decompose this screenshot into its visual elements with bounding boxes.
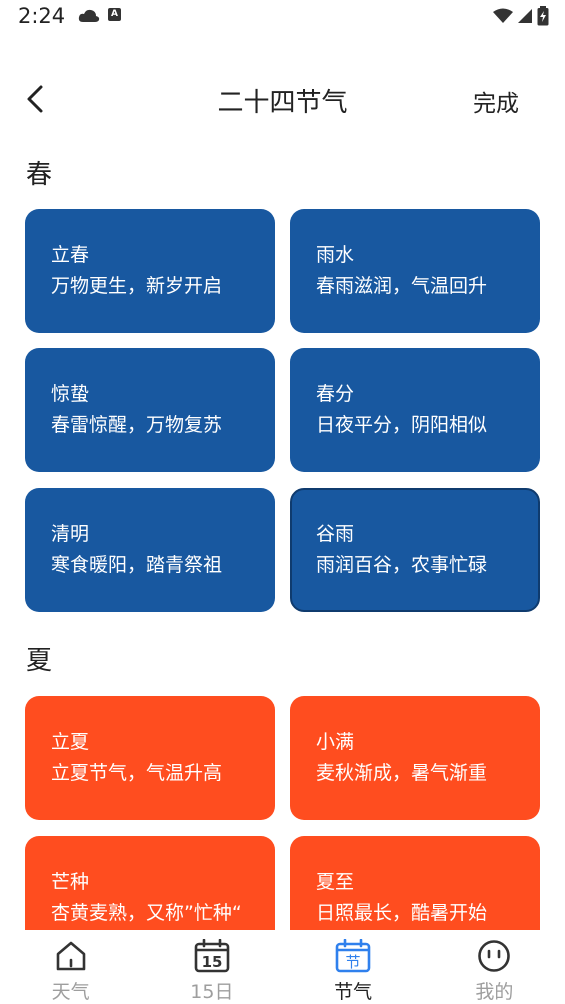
section-title-summer: 夏 bbox=[26, 646, 53, 676]
term-name: 芒种 bbox=[51, 871, 90, 893]
term-name: 夏至 bbox=[316, 871, 355, 893]
term-desc: 日照最长，酷暑开始 bbox=[316, 902, 488, 924]
status-icons bbox=[493, 6, 549, 30]
svg-text:节: 节 bbox=[346, 953, 361, 971]
term-desc: 春雨滋润，气温回升 bbox=[316, 275, 488, 297]
profile-face-icon bbox=[476, 938, 512, 973]
term-name: 春分 bbox=[316, 383, 355, 405]
battery-icon bbox=[537, 6, 549, 30]
solar-term-icon: 节 bbox=[335, 938, 371, 973]
status-time: 2:24 bbox=[18, 4, 66, 28]
nav-label: 我的 bbox=[475, 981, 514, 1003]
bottom-nav: 天气 15 15日 节 节气 我的 bbox=[0, 930, 565, 1004]
notification-a-icon: A bbox=[108, 8, 121, 21]
signal-icon bbox=[517, 8, 533, 28]
done-button[interactable]: 完成 bbox=[473, 84, 519, 118]
term-name: 立夏 bbox=[51, 731, 90, 753]
header: 二十四节气 完成 bbox=[0, 68, 565, 132]
term-card-mangzhong[interactable]: 芒种 杏黄麦熟，又称”忙种“ bbox=[25, 836, 275, 930]
term-name: 清明 bbox=[51, 523, 90, 545]
svg-text:15: 15 bbox=[201, 953, 222, 971]
term-desc: 万物更生，新岁开启 bbox=[51, 275, 223, 297]
term-desc: 雨润百谷，农事忙碌 bbox=[316, 554, 488, 576]
nav-15day[interactable]: 15 15日 bbox=[141, 930, 282, 1004]
status-bar: 2:24 A bbox=[0, 0, 565, 36]
term-desc: 春雷惊醒，万物复苏 bbox=[51, 414, 223, 436]
section-title-spring: 春 bbox=[26, 160, 53, 190]
term-card-yushui[interactable]: 雨水 春雨滋润，气温回升 bbox=[290, 209, 540, 333]
term-name: 惊蛰 bbox=[51, 383, 90, 405]
home-icon bbox=[53, 938, 89, 973]
term-card-xiazhi[interactable]: 夏至 日照最长，酷暑开始 bbox=[290, 836, 540, 930]
nav-weather[interactable]: 天气 bbox=[0, 930, 141, 1004]
term-desc: 立夏节气，气温升高 bbox=[51, 762, 223, 784]
cloud-icon bbox=[78, 8, 100, 28]
term-name: 立春 bbox=[51, 244, 90, 266]
calendar-15-icon: 15 bbox=[194, 938, 230, 973]
term-desc: 麦秋渐成，暑气渐重 bbox=[316, 762, 488, 784]
nav-label: 节气 bbox=[334, 981, 373, 1003]
wifi-icon bbox=[493, 8, 513, 28]
term-card-qingming[interactable]: 清明 寒食暖阳，踏青祭祖 bbox=[25, 488, 275, 612]
term-card-lichun[interactable]: 立春 万物更生，新岁开启 bbox=[25, 209, 275, 333]
term-name: 小满 bbox=[316, 731, 355, 753]
term-card-lixia[interactable]: 立夏 立夏节气，气温升高 bbox=[25, 696, 275, 820]
term-desc: 寒食暖阳，踏青祭祖 bbox=[51, 554, 223, 576]
screen: 2:24 A 二十四节气 完成 春 立春 万物更生，新岁开启 雨水 春雨滋润，气… bbox=[0, 0, 565, 1004]
term-card-jingzhe[interactable]: 惊蛰 春雷惊醒，万物复苏 bbox=[25, 348, 275, 472]
nav-profile[interactable]: 我的 bbox=[424, 930, 565, 1004]
nav-solar-terms[interactable]: 节 节气 bbox=[283, 930, 424, 1004]
term-name: 雨水 bbox=[316, 244, 355, 266]
term-card-xiaoman[interactable]: 小满 麦秋渐成，暑气渐重 bbox=[290, 696, 540, 820]
term-card-guyu[interactable]: 谷雨 雨润百谷，农事忙碌 bbox=[290, 488, 540, 612]
nav-label: 天气 bbox=[51, 981, 90, 1003]
term-name: 谷雨 bbox=[316, 523, 355, 545]
solar-terms-list[interactable]: 春 立春 万物更生，新岁开启 雨水 春雨滋润，气温回升 惊蛰 春雷惊醒，万物复苏… bbox=[0, 140, 565, 930]
term-desc: 杏黄麦熟，又称”忙种“ bbox=[51, 902, 242, 924]
term-desc: 日夜平分，阴阳相似 bbox=[316, 414, 488, 436]
term-card-chunfen[interactable]: 春分 日夜平分，阴阳相似 bbox=[290, 348, 540, 472]
nav-label: 15日 bbox=[190, 981, 234, 1003]
